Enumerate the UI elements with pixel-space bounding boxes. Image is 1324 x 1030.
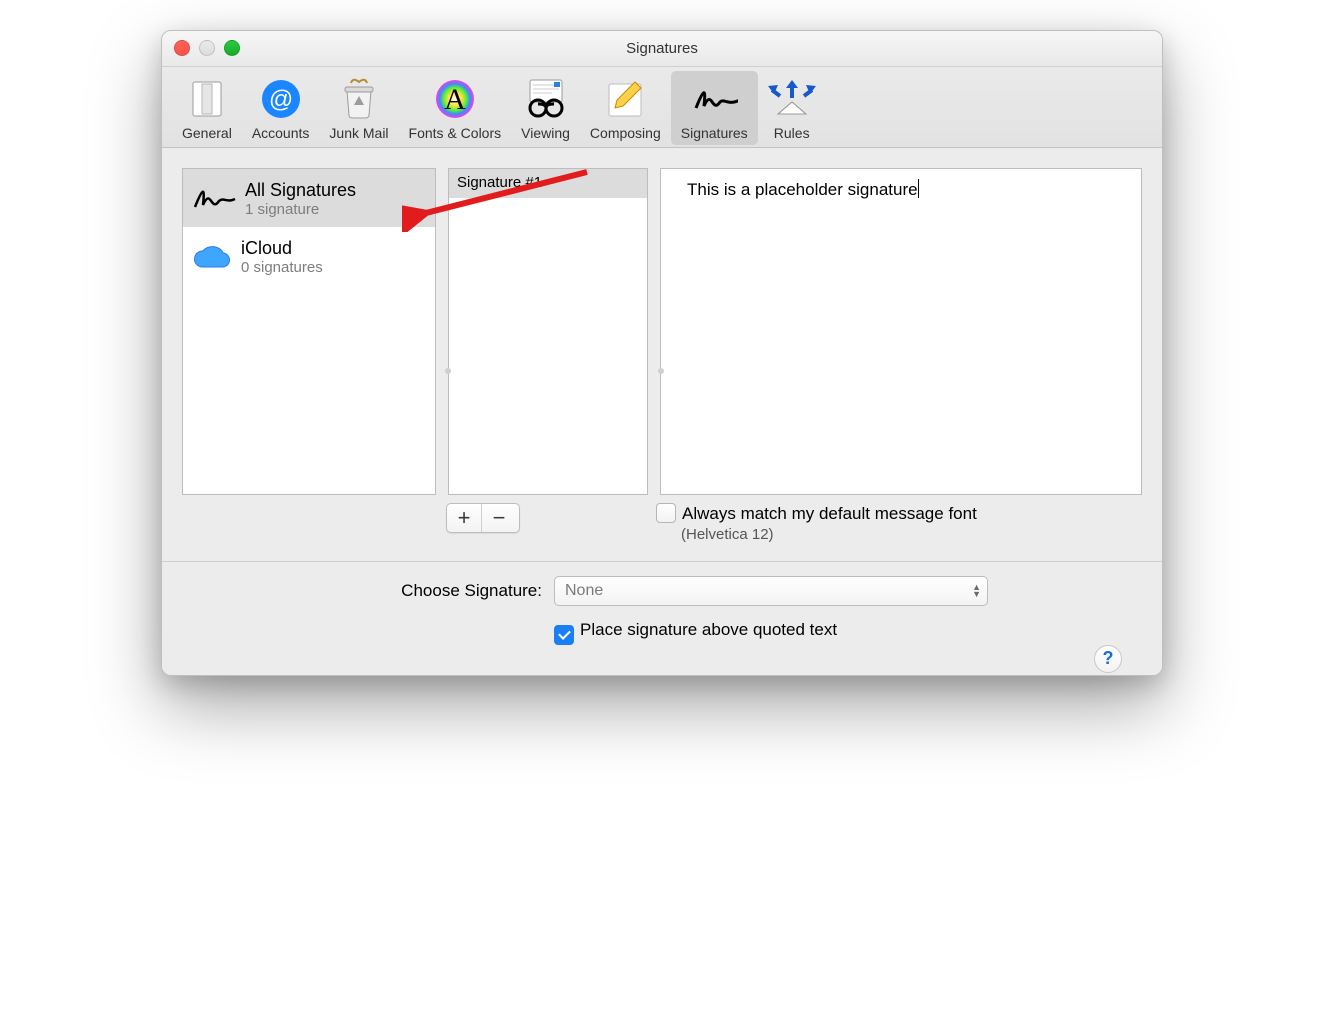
toolbar-label: Fonts & Colors xyxy=(409,125,502,141)
place-above-checkbox[interactable]: Place signature above quoted text xyxy=(554,620,837,645)
toolbar-label: Rules xyxy=(774,125,810,141)
under-panes-row: + − Always match my default message font… xyxy=(182,503,1142,543)
choose-signature-select[interactable]: None ▲▼ xyxy=(554,576,988,606)
toolbar-item-viewing[interactable]: Viewing xyxy=(511,71,580,145)
account-name: All Signatures xyxy=(245,180,356,201)
toolbar-label: Composing xyxy=(590,125,661,141)
remove-signature-button[interactable]: − xyxy=(481,504,516,532)
icloud-icon xyxy=(191,237,233,277)
account-text: iCloud 0 signatures xyxy=(241,238,323,276)
account-icloud[interactable]: iCloud 0 signatures xyxy=(183,227,435,285)
add-signature-button[interactable]: + xyxy=(447,504,481,532)
svg-text:@: @ xyxy=(268,86,292,113)
junk-mail-icon xyxy=(335,77,383,121)
toolbar-label: Accounts xyxy=(252,125,310,141)
toolbar-label: Signatures xyxy=(681,125,748,141)
account-text: All Signatures 1 signature xyxy=(245,180,356,218)
toolbar-item-signatures[interactable]: Signatures xyxy=(671,71,758,145)
editor-content: This is a placeholder signature xyxy=(687,180,918,199)
toolbar-item-junk-mail[interactable]: Junk Mail xyxy=(319,71,398,145)
three-pane-area: All Signatures 1 signature iCloud 0 sign… xyxy=(182,168,1142,495)
chevron-up-down-icon: ▲▼ xyxy=(972,584,981,598)
rules-icon xyxy=(768,77,816,121)
signature-row[interactable]: Signature #1 xyxy=(449,169,647,198)
separator xyxy=(162,561,1162,562)
signature-icon xyxy=(191,179,237,219)
footer-area: Choose Signature: None ▲▼ Place signatur… xyxy=(182,576,1142,661)
toolbar-label: General xyxy=(182,125,232,141)
window-title: Signatures xyxy=(626,40,698,57)
toolbar-item-accounts[interactable]: @ Accounts xyxy=(242,71,320,145)
account-name: iCloud xyxy=(241,238,323,259)
toolbar-item-fonts-colors[interactable]: A Fonts & Colors xyxy=(399,71,512,145)
match-font-option: Always match my default message font (He… xyxy=(656,503,977,543)
signature-editor[interactable]: This is a placeholder signature xyxy=(660,168,1142,495)
titlebar: Signatures xyxy=(162,31,1162,67)
account-subtitle: 1 signature xyxy=(245,201,356,218)
close-window-button[interactable] xyxy=(174,40,190,56)
match-font-checkbox[interactable]: Always match my default message font xyxy=(656,504,977,523)
select-value: None xyxy=(565,582,603,600)
preferences-window: Signatures General @ Accounts Junk Mail xyxy=(161,30,1163,676)
account-all-signatures[interactable]: All Signatures 1 signature xyxy=(183,169,435,227)
toolbar-item-composing[interactable]: Composing xyxy=(580,71,671,145)
general-icon xyxy=(183,77,231,121)
fonts-colors-icon: A xyxy=(431,77,479,121)
toolbar-item-general[interactable]: General xyxy=(172,71,242,145)
add-remove-buttons: + − xyxy=(446,503,520,533)
svg-text:A: A xyxy=(444,83,466,116)
toolbar-item-rules[interactable]: Rules xyxy=(758,71,826,145)
traffic-lights xyxy=(174,40,240,56)
signatures-icon xyxy=(690,77,738,121)
content-area: All Signatures 1 signature iCloud 0 sign… xyxy=(162,148,1162,675)
toolbar-label: Viewing xyxy=(521,125,570,141)
minimize-window-button[interactable] xyxy=(199,40,215,56)
preferences-toolbar: General @ Accounts Junk Mail A Fonts & C… xyxy=(162,67,1162,148)
accounts-column: All Signatures 1 signature iCloud 0 sign… xyxy=(182,168,436,495)
text-cursor xyxy=(918,179,919,198)
viewing-icon xyxy=(522,77,570,121)
zoom-window-button[interactable] xyxy=(224,40,240,56)
accounts-icon: @ xyxy=(257,77,305,121)
column-resize-handle[interactable] xyxy=(658,368,664,374)
account-subtitle: 0 signatures xyxy=(241,259,323,276)
choose-signature-label: Choose Signature: xyxy=(182,581,542,601)
composing-icon xyxy=(601,77,649,121)
help-button[interactable]: ? xyxy=(1094,645,1122,673)
column-resize-handle[interactable] xyxy=(445,368,451,374)
toolbar-label: Junk Mail xyxy=(329,125,388,141)
match-font-sub: (Helvetica 12) xyxy=(681,526,977,543)
signatures-column: Signature #1 xyxy=(448,168,648,495)
